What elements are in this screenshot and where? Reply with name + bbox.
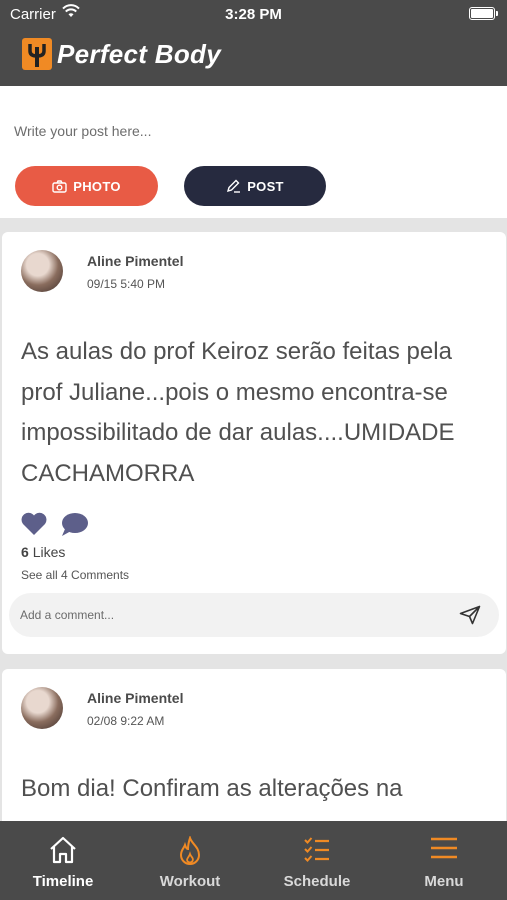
photo-button[interactable]: PHOTO (15, 166, 158, 206)
avatar[interactable] (21, 687, 63, 729)
post-input[interactable]: Write your post here... (14, 123, 151, 139)
tab-bar: Timeline Workout Schedule Menu (0, 821, 507, 900)
comment-input[interactable]: Add a comment... (9, 593, 499, 637)
post-text: As aulas do prof Keiroz serão feitas pel… (21, 338, 455, 487)
tab-menu[interactable]: Menu (381, 821, 507, 900)
post-date: 02/08 9:22 AM (87, 714, 165, 728)
likes-count: 6 Likes (21, 544, 66, 560)
see-comments-link[interactable]: See all 4 Comments (21, 568, 129, 582)
avatar[interactable] (21, 250, 63, 292)
comment-icon[interactable] (60, 512, 90, 538)
heart-icon[interactable] (20, 512, 48, 536)
tab-label: Workout (159, 873, 221, 890)
tab-label: Schedule (283, 873, 351, 890)
photo-button-label: PHOTO (73, 178, 121, 194)
camera-icon (52, 179, 67, 193)
battery-icon (469, 7, 498, 20)
tab-timeline[interactable]: Timeline (0, 821, 126, 900)
post-text: Bom dia! Confiram as alterações na (21, 775, 403, 802)
checklist-icon (304, 837, 329, 862)
flame-icon (179, 836, 201, 865)
pencil-icon (227, 179, 241, 193)
post-button[interactable]: POST (184, 166, 326, 206)
hamburger-icon (431, 837, 457, 859)
home-icon (50, 836, 76, 864)
clock: 3:28 PM (225, 6, 282, 23)
comment-placeholder: Add a comment... (20, 608, 115, 622)
tab-label: Menu (424, 873, 464, 890)
dumbbell-logo-icon (22, 38, 52, 70)
app-header: Perfect Body (0, 30, 507, 86)
post-button-label: POST (247, 178, 284, 194)
status-bar: Carrier 3:28 PM (0, 0, 507, 30)
post-composer: Write your post here... PHOTO POST (0, 86, 507, 218)
tab-schedule[interactable]: Schedule (254, 821, 380, 900)
post-card: Aline Pimentel 09/15 5:40 PM As aulas do… (2, 232, 506, 654)
post-card: Aline Pimentel 02/08 9:22 AM Bom dia! Co… (2, 669, 506, 829)
post-date: 09/15 5:40 PM (87, 277, 166, 291)
tab-workout[interactable]: Workout (127, 821, 253, 900)
send-icon[interactable] (459, 605, 481, 625)
post-author[interactable]: Aline Pimentel (87, 690, 183, 706)
tab-label: Timeline (32, 873, 94, 890)
post-author[interactable]: Aline Pimentel (87, 253, 183, 269)
app-title: Perfect Body (57, 39, 221, 69)
